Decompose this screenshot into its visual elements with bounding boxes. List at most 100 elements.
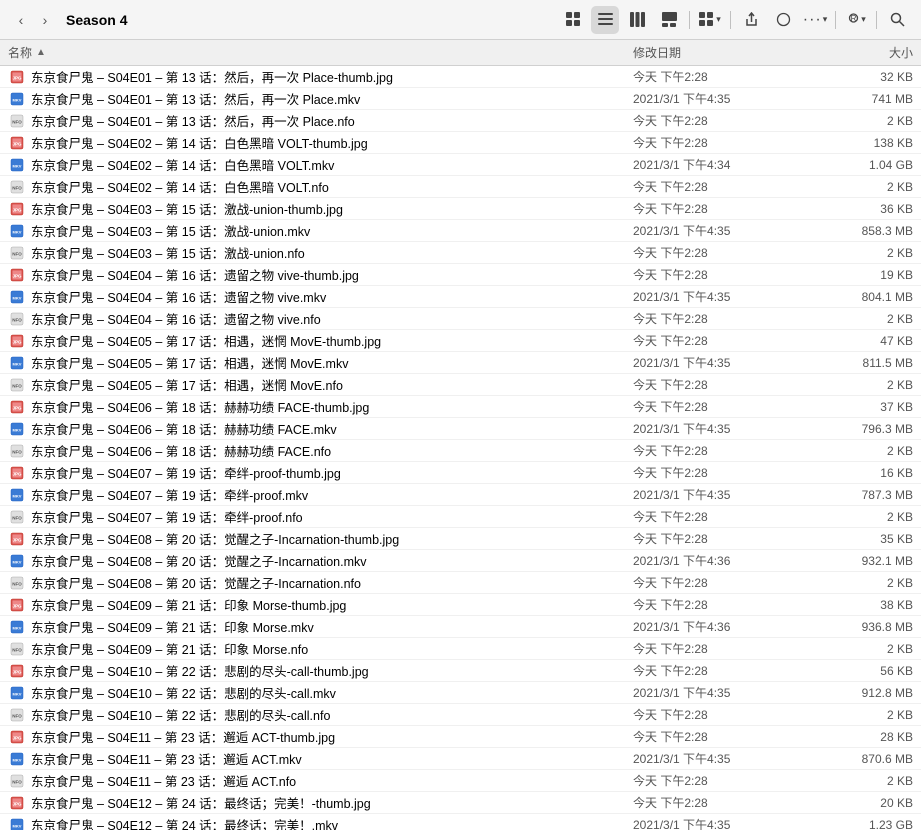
table-row[interactable]: JPG 东京食尸鬼 – S04E08 – 第 20 话：觉醒之子-Incarna… xyxy=(0,528,921,550)
file-date: 2021/3/1 下午4:35 xyxy=(633,354,813,371)
table-row[interactable]: JPG 东京食尸鬼 – S04E04 – 第 16 话：遗留之物 vive-th… xyxy=(0,264,921,286)
file-icon: JPG xyxy=(8,531,26,547)
file-icon: MKV xyxy=(8,487,26,503)
table-row[interactable]: MKV 东京食尸鬼 – S04E12 – 第 24 话：最终话；完美！.mkv2… xyxy=(0,814,921,830)
file-size: 28 KB xyxy=(813,730,913,744)
toolbar: ‹ › Season 4 xyxy=(0,0,921,40)
table-row[interactable]: NFO 东京食尸鬼 – S04E05 – 第 17 话：相遇，迷惘 MovE.n… xyxy=(0,374,921,396)
file-size: 2 KB xyxy=(813,246,913,260)
svg-text:JPG: JPG xyxy=(12,801,22,806)
file-date: 今天 下午2:28 xyxy=(633,442,813,459)
svg-text:R: R xyxy=(851,14,857,23)
table-row[interactable]: NFO 东京食尸鬼 – S04E08 – 第 20 话：觉醒之子-Incarna… xyxy=(0,572,921,594)
table-row[interactable]: JPG 东京食尸鬼 – S04E11 – 第 23 话：邂逅 ACT-thumb… xyxy=(0,726,921,748)
col-size-header[interactable]: 大小 xyxy=(813,44,913,61)
file-name: 东京食尸鬼 – S04E06 – 第 18 话：赫赫功绩 FACE-thumb.… xyxy=(31,397,633,416)
table-row[interactable]: MKV 东京食尸鬼 – S04E05 – 第 17 话：相遇，迷惘 MovE.m… xyxy=(0,352,921,374)
file-icon: MKV xyxy=(8,223,26,239)
file-date: 今天 下午2:28 xyxy=(633,662,813,679)
svg-text:NFO: NFO xyxy=(12,449,22,454)
file-date: 今天 下午2:28 xyxy=(633,112,813,129)
svg-text:MKV: MKV xyxy=(13,229,22,234)
file-size: 1.04 GB xyxy=(813,158,913,172)
view-columns-button[interactable] xyxy=(623,6,651,34)
table-row[interactable]: NFO 东京食尸鬼 – S04E01 – 第 13 话：然后，再一次 Place… xyxy=(0,110,921,132)
table-row[interactable]: JPG 东京食尸鬼 – S04E06 – 第 18 话：赫赫功绩 FACE-th… xyxy=(0,396,921,418)
svg-text:JPG: JPG xyxy=(12,405,22,410)
file-size: 787.3 MB xyxy=(813,488,913,502)
table-row[interactable]: NFO 东京食尸鬼 – S04E03 – 第 15 话：激战-union.nfo… xyxy=(0,242,921,264)
table-row[interactable]: JPG 东京食尸鬼 – S04E09 – 第 21 话：印象 Morse-thu… xyxy=(0,594,921,616)
more-button[interactable]: ··· ▾ xyxy=(801,6,829,34)
file-icon: MKV xyxy=(8,289,26,305)
table-row[interactable]: MKV 东京食尸鬼 – S04E06 – 第 18 话：赫赫功绩 FACE.mk… xyxy=(0,418,921,440)
file-size: 47 KB xyxy=(813,334,913,348)
file-name: 东京食尸鬼 – S04E07 – 第 19 话：牵绊-proof.mkv xyxy=(31,485,633,504)
search-button[interactable] xyxy=(883,6,911,34)
table-row[interactable]: NFO 东京食尸鬼 – S04E11 – 第 23 话：邂逅 ACT.nfo今天… xyxy=(0,770,921,792)
table-row[interactable]: MKV 东京食尸鬼 – S04E10 – 第 22 话：悲剧的尽头-call.m… xyxy=(0,682,921,704)
table-row[interactable]: NFO 东京食尸鬼 – S04E10 – 第 22 话：悲剧的尽头-call.n… xyxy=(0,704,921,726)
table-row[interactable]: JPG 东京食尸鬼 – S04E01 – 第 13 话：然后，再一次 Place… xyxy=(0,66,921,88)
file-icon: NFO xyxy=(8,575,26,591)
table-row[interactable]: MKV 东京食尸鬼 – S04E03 – 第 15 话：激战-union.mkv… xyxy=(0,220,921,242)
file-name: 东京食尸鬼 – S04E01 – 第 13 话：然后，再一次 Place.nfo xyxy=(31,111,633,130)
col-date-header[interactable]: 修改日期 xyxy=(633,44,813,61)
table-row[interactable]: MKV 东京食尸鬼 – S04E04 – 第 16 话：遗留之物 vive.mk… xyxy=(0,286,921,308)
file-name: 东京食尸鬼 – S04E09 – 第 21 话：印象 Morse-thumb.j… xyxy=(31,595,633,614)
file-icon: MKV xyxy=(8,817,26,831)
table-row[interactable]: MKV 东京食尸鬼 – S04E09 – 第 21 话：印象 Morse.mkv… xyxy=(0,616,921,638)
file-size: 2 KB xyxy=(813,774,913,788)
table-row[interactable]: MKV 东京食尸鬼 – S04E01 – 第 13 话：然后，再一次 Place… xyxy=(0,88,921,110)
share-button[interactable] xyxy=(737,6,765,34)
file-name: 东京食尸鬼 – S04E02 – 第 14 话：白色黑暗 VOLT.nfo xyxy=(31,177,633,196)
view-gallery-button[interactable] xyxy=(655,6,683,34)
file-size: 36 KB xyxy=(813,202,913,216)
table-row[interactable]: NFO 东京食尸鬼 – S04E07 – 第 19 话：牵绊-proof.nfo… xyxy=(0,506,921,528)
file-size: 2 KB xyxy=(813,576,913,590)
svg-text:MKV: MKV xyxy=(13,163,22,168)
table-row[interactable]: JPG 东京食尸鬼 – S04E10 – 第 22 话：悲剧的尽头-call-t… xyxy=(0,660,921,682)
file-icon: MKV xyxy=(8,553,26,569)
file-icon: MKV xyxy=(8,619,26,635)
file-date: 今天 下午2:28 xyxy=(633,134,813,151)
view-icons-button[interactable] xyxy=(559,6,587,34)
tag-button[interactable] xyxy=(769,6,797,34)
airplay-button[interactable]: R ▾ xyxy=(842,6,870,34)
separator-1 xyxy=(689,11,690,29)
svg-text:MKV: MKV xyxy=(13,427,22,432)
file-name: 东京食尸鬼 – S04E04 – 第 16 话：遗留之物 vive.nfo xyxy=(31,309,633,328)
back-button[interactable]: ‹ xyxy=(10,9,32,31)
table-row[interactable]: MKV 东京食尸鬼 – S04E11 – 第 23 话：邂逅 ACT.mkv20… xyxy=(0,748,921,770)
file-icon: NFO xyxy=(8,641,26,657)
svg-text:MKV: MKV xyxy=(13,757,22,762)
file-name: 东京食尸鬼 – S04E10 – 第 22 话：悲剧的尽头-call.nfo xyxy=(31,705,633,724)
file-name: 东京食尸鬼 – S04E03 – 第 15 话：激战-union.nfo xyxy=(31,243,633,262)
table-row[interactable]: JPG 东京食尸鬼 – S04E12 – 第 24 话：最终话；完美！-thum… xyxy=(0,792,921,814)
table-row[interactable]: JPG 东京食尸鬼 – S04E02 – 第 14 话：白色黑暗 VOLT-th… xyxy=(0,132,921,154)
file-name: 东京食尸鬼 – S04E11 – 第 23 话：邂逅 ACT.nfo xyxy=(31,771,633,790)
group-button[interactable]: ▾ xyxy=(696,6,724,34)
svg-text:MKV: MKV xyxy=(13,361,22,366)
table-row[interactable]: NFO 东京食尸鬼 – S04E09 – 第 21 话：印象 Morse.nfo… xyxy=(0,638,921,660)
table-row[interactable]: NFO 东京食尸鬼 – S04E02 – 第 14 话：白色黑暗 VOLT.nf… xyxy=(0,176,921,198)
table-row[interactable]: NFO 东京食尸鬼 – S04E06 – 第 18 话：赫赫功绩 FACE.nf… xyxy=(0,440,921,462)
file-date: 今天 下午2:28 xyxy=(633,310,813,327)
table-row[interactable]: NFO 东京食尸鬼 – S04E04 – 第 16 话：遗留之物 vive.nf… xyxy=(0,308,921,330)
forward-button[interactable]: › xyxy=(34,9,56,31)
table-row[interactable]: JPG 东京食尸鬼 – S04E03 – 第 15 话：激战-union-thu… xyxy=(0,198,921,220)
view-list-button[interactable] xyxy=(591,6,619,34)
table-row[interactable]: MKV 东京食尸鬼 – S04E07 – 第 19 话：牵绊-proof.mkv… xyxy=(0,484,921,506)
table-row[interactable]: MKV 东京食尸鬼 – S04E02 – 第 14 话：白色黑暗 VOLT.mk… xyxy=(0,154,921,176)
file-icon: JPG xyxy=(8,597,26,613)
svg-text:JPG: JPG xyxy=(12,537,22,542)
table-row[interactable]: JPG 东京食尸鬼 – S04E05 – 第 17 话：相遇，迷惘 MovE-t… xyxy=(0,330,921,352)
file-size: 2 KB xyxy=(813,312,913,326)
table-row[interactable]: JPG 东京食尸鬼 – S04E07 – 第 19 话：牵绊-proof-thu… xyxy=(0,462,921,484)
file-icon: MKV xyxy=(8,91,26,107)
file-icon: JPG xyxy=(8,663,26,679)
file-name: 东京食尸鬼 – S04E06 – 第 18 话：赫赫功绩 FACE.mkv xyxy=(31,419,633,438)
col-name-header[interactable]: 名称 ▲ xyxy=(8,44,633,61)
table-row[interactable]: MKV 东京食尸鬼 – S04E08 – 第 20 话：觉醒之子-Incarna… xyxy=(0,550,921,572)
svg-text:NFO: NFO xyxy=(12,581,22,586)
